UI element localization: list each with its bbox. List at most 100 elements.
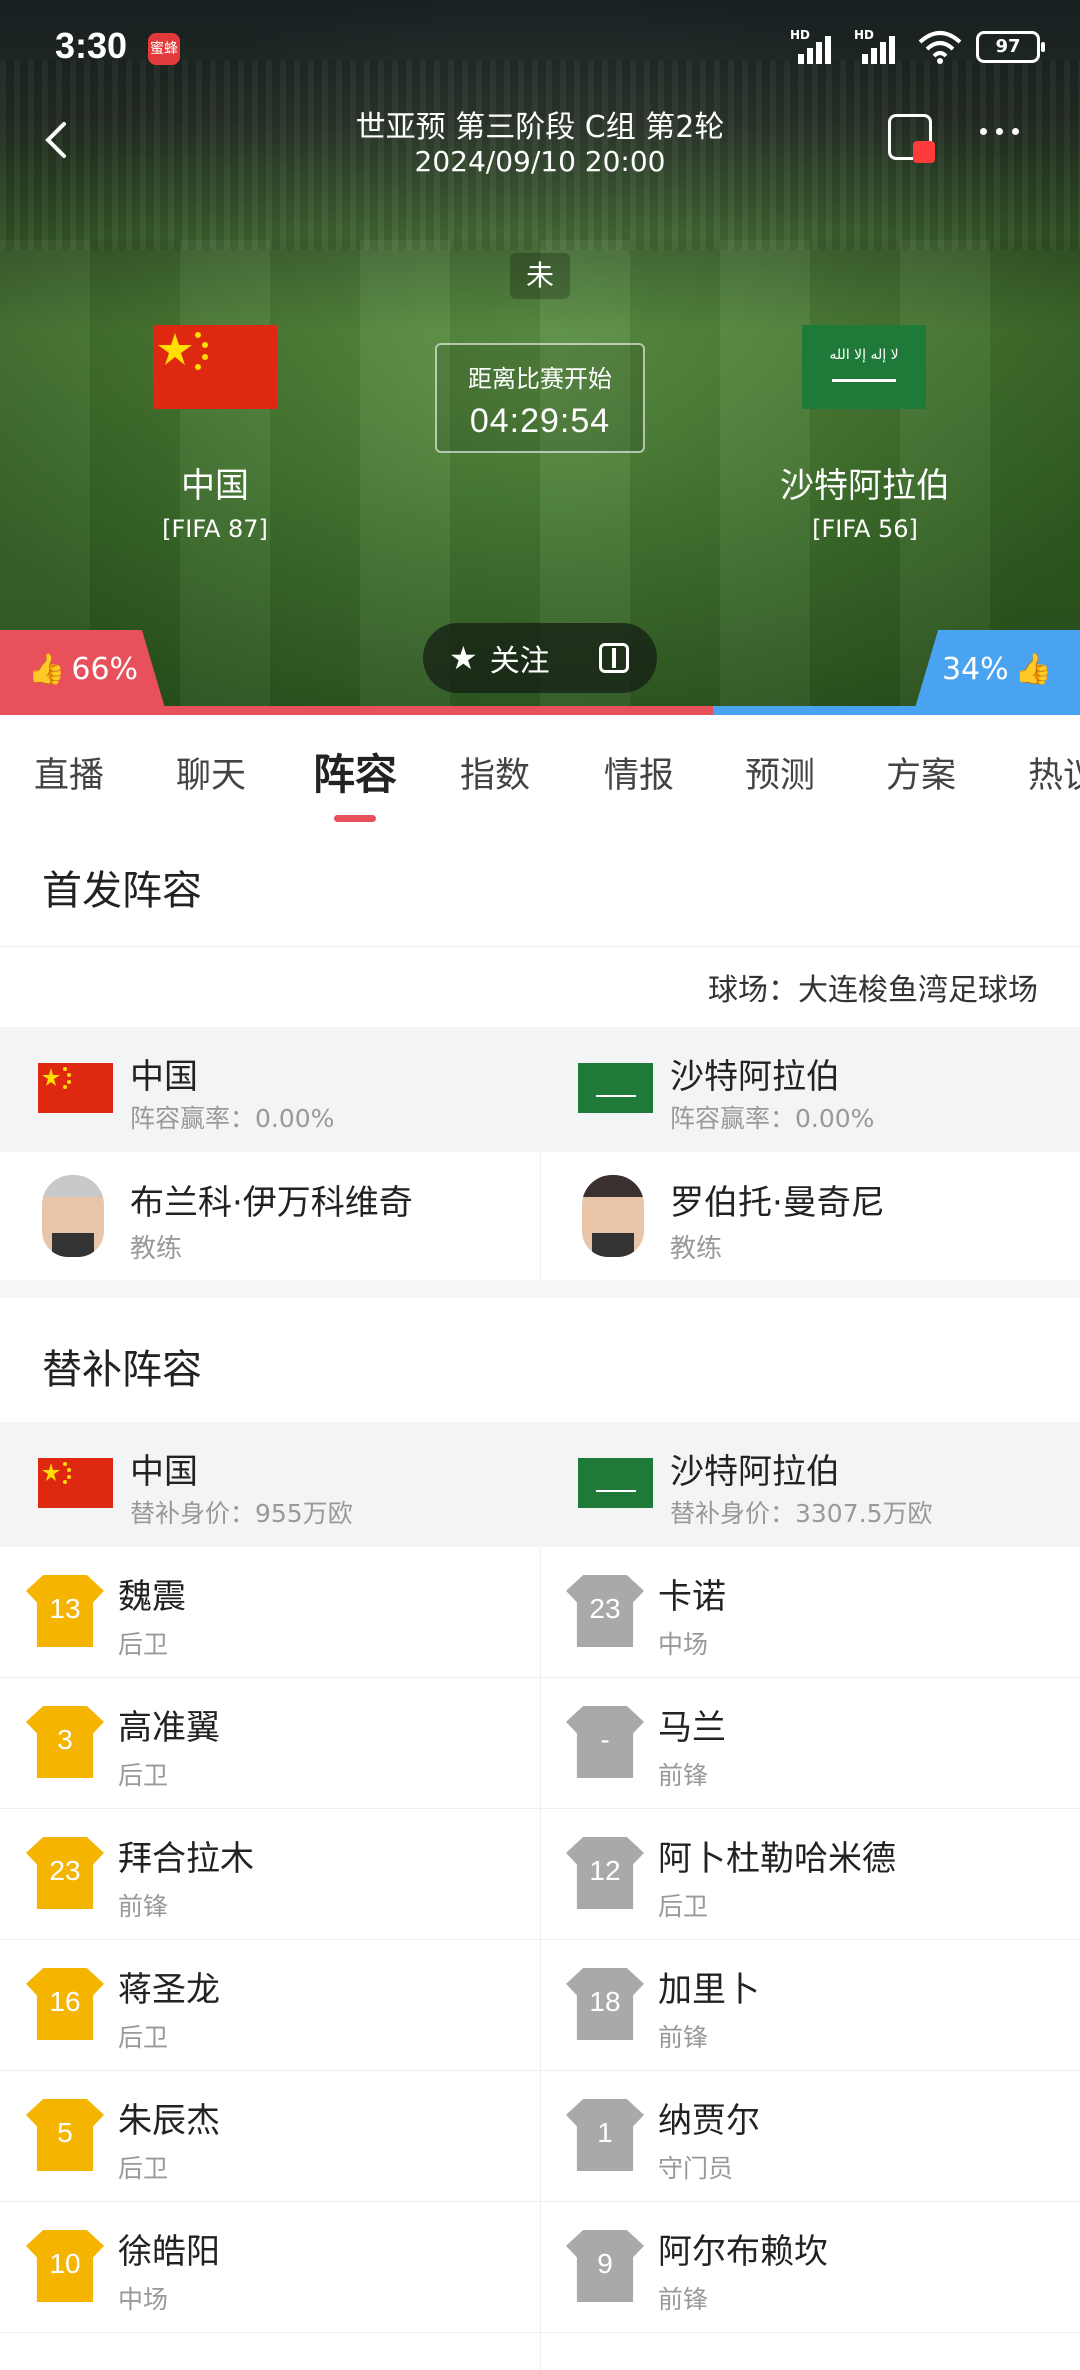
- away-coach-name: 罗伯托·曼奇尼: [670, 1183, 885, 1223]
- player-row[interactable]: 18 加里卜 前锋: [540, 1940, 1080, 2070]
- follow-button[interactable]: ★ 关注: [423, 623, 657, 693]
- away-team-fifa-rank: [FIFA 56]: [812, 515, 918, 543]
- vote-ratio-bar: [0, 706, 1080, 715]
- home-team-name[interactable]: 中国: [55, 458, 375, 507]
- picture-in-picture-icon[interactable]: [888, 114, 935, 163]
- player-row[interactable]: 23 卡诺 中场: [540, 1547, 1080, 1677]
- starting-teams-row: 中国 阵容赢率：0.00% 沙特阿拉伯 阵容赢率：0.00%: [0, 1027, 1080, 1152]
- jersey-number: 13: [49, 1593, 81, 1624]
- jersey-icon: 18: [566, 1968, 644, 2040]
- jersey-number: 16: [49, 1986, 81, 2017]
- system-icons: HD HD 97: [790, 28, 1045, 64]
- jersey-icon: -: [566, 1706, 644, 1778]
- player-name: 魏震: [118, 1577, 186, 1617]
- kickoff-countdown: 距离比赛开始 04:29:54: [435, 343, 645, 453]
- player-position: 前锋: [118, 1892, 169, 1921]
- star-icon: ★: [449, 639, 478, 677]
- player-position: 中场: [658, 1630, 709, 1659]
- player-row[interactable]: 23 拜合拉木 前锋: [0, 1809, 540, 1939]
- jersey-number: 18: [589, 1986, 621, 2017]
- player-row[interactable]: 1 纳贾尔守门员: [540, 2071, 1080, 2201]
- player-position: 后卫: [658, 1892, 709, 1921]
- away-coach[interactable]: 罗伯托·曼奇尼 教练: [540, 1153, 1080, 1278]
- player-name: 阿卜杜勒哈米德: [658, 1839, 896, 1879]
- subs-lineup-title: 替补阵容: [42, 1347, 202, 1393]
- battery-icon: 97: [976, 31, 1045, 63]
- signal-icon: HD: [790, 28, 840, 64]
- player-row[interactable]: 9 阿尔布赖坎 前锋: [540, 2202, 1080, 2332]
- away-subs-summary[interactable]: 沙特阿拉伯 替补身价：3307.5万欧: [540, 1422, 1080, 1547]
- away-vote-fill: [712, 706, 1080, 715]
- china-flag-icon: [38, 1458, 113, 1508]
- away-subs-value: 替补身价：3307.5万欧: [670, 1499, 933, 1528]
- player-row[interactable]: 12 阿卜杜勒哈米德后卫: [540, 1809, 1080, 1939]
- home-team-summary[interactable]: 中国 阵容赢率：0.00%: [0, 1027, 540, 1152]
- home-team-fifa-rank: [FIFA 87]: [162, 515, 268, 543]
- jersey-number: 23: [589, 1593, 621, 1624]
- countdown-label: 距离比赛开始: [468, 365, 612, 393]
- player-position: 后卫: [118, 2023, 169, 2052]
- coach-avatar: [582, 1175, 644, 1257]
- follow-label: 关注: [489, 644, 550, 679]
- share-icon[interactable]: [599, 643, 629, 673]
- saudi-flag-icon: [578, 1458, 653, 1508]
- player-row[interactable]: - 马兰 前锋: [540, 1678, 1080, 1808]
- home-subs-summary[interactable]: 中国 替补身价：955万欧: [0, 1422, 540, 1547]
- player-row[interactable]: 10 徐皓阳 中场: [0, 2202, 540, 2332]
- tab-live[interactable]: 直播: [34, 747, 104, 798]
- away-team-label: 沙特阿拉伯: [670, 1057, 840, 1097]
- tab-intel[interactable]: 情报: [604, 747, 674, 798]
- tab-discussion[interactable]: 热议: [1028, 747, 1080, 798]
- countdown-value: 04:29:54: [469, 402, 611, 440]
- tab-odds[interactable]: 指数: [460, 747, 530, 798]
- player-row[interactable]: 5 朱辰杰 后卫: [0, 2071, 540, 2201]
- player-row[interactable]: 16 蒋圣龙 后卫: [0, 1940, 540, 2070]
- jersey-number: 12: [589, 1855, 621, 1886]
- player-name: 加里卜: [658, 1970, 760, 2010]
- home-vote-percent: 66%: [71, 651, 139, 687]
- tab-bar: 直播 聊天 阵容 指数 情报 预测 方案 热议: [0, 715, 1080, 825]
- away-lineup-win-rate: 阵容赢率：0.00%: [670, 1104, 875, 1133]
- china-flag-icon: [153, 325, 277, 409]
- home-team-label: 中国: [130, 1057, 198, 1097]
- match-header: 3:30 蜜蜂 HD HD 97 世亚预 第三阶段 C组 第2轮 2024/09…: [0, 0, 1080, 715]
- wifi-icon: [918, 31, 962, 64]
- jersey-icon: 5: [26, 2099, 104, 2171]
- jersey-number: 10: [49, 2248, 81, 2279]
- app-notification-icon: 蜜蜂: [148, 33, 180, 65]
- home-vote-fill: [0, 706, 713, 715]
- player-name: 徐皓阳: [118, 2232, 220, 2272]
- jersey-number: 9: [597, 2248, 613, 2279]
- jersey-number: 1: [597, 2117, 613, 2148]
- player-row[interactable]: 13 魏震后卫: [0, 1547, 540, 1677]
- jersey-icon: 23: [26, 1837, 104, 1909]
- home-team-label: 中国: [130, 1452, 198, 1492]
- saudi-flag-icon: [578, 1063, 653, 1113]
- away-team-label: 沙特阿拉伯: [670, 1452, 840, 1492]
- player-name: 纳贾尔: [658, 2101, 760, 2141]
- tab-prediction[interactable]: 预测: [745, 747, 815, 798]
- home-vote-button[interactable]: 👍 66%: [0, 630, 165, 708]
- jersey-number: 23: [49, 1855, 81, 1886]
- tab-lineup[interactable]: 阵容: [313, 741, 397, 802]
- active-tab-indicator: [334, 815, 376, 822]
- more-options-icon[interactable]: [980, 128, 1019, 135]
- match-status-badge: 未: [510, 253, 570, 299]
- tab-chat[interactable]: 聊天: [176, 747, 246, 798]
- home-coach-name: 布兰科·伊万科维奇: [130, 1183, 413, 1223]
- player-row[interactable]: 3 高准翼 后卫: [0, 1678, 540, 1808]
- jersey-icon: 12: [566, 1837, 644, 1909]
- venue-label: 球场：大连梭鱼湾足球场: [708, 973, 1038, 1008]
- away-team-name[interactable]: 沙特阿拉伯: [705, 458, 1025, 507]
- home-subs-value: 替补身价：955万欧: [130, 1499, 353, 1528]
- jersey-icon: 13: [26, 1575, 104, 1647]
- tab-plans[interactable]: 方案: [886, 747, 956, 798]
- away-team-summary[interactable]: 沙特阿拉伯 阵容赢率：0.00%: [540, 1027, 1080, 1152]
- jersey-icon: 1: [566, 2099, 644, 2171]
- jersey-number: 5: [57, 2117, 73, 2148]
- player-position: 守门员: [658, 2154, 734, 2183]
- away-vote-button[interactable]: 34% 👍: [915, 630, 1080, 708]
- player-position: 后卫: [118, 1630, 169, 1659]
- china-flag-icon: [38, 1063, 113, 1113]
- home-coach[interactable]: 布兰科·伊万科维奇 教练: [0, 1153, 540, 1278]
